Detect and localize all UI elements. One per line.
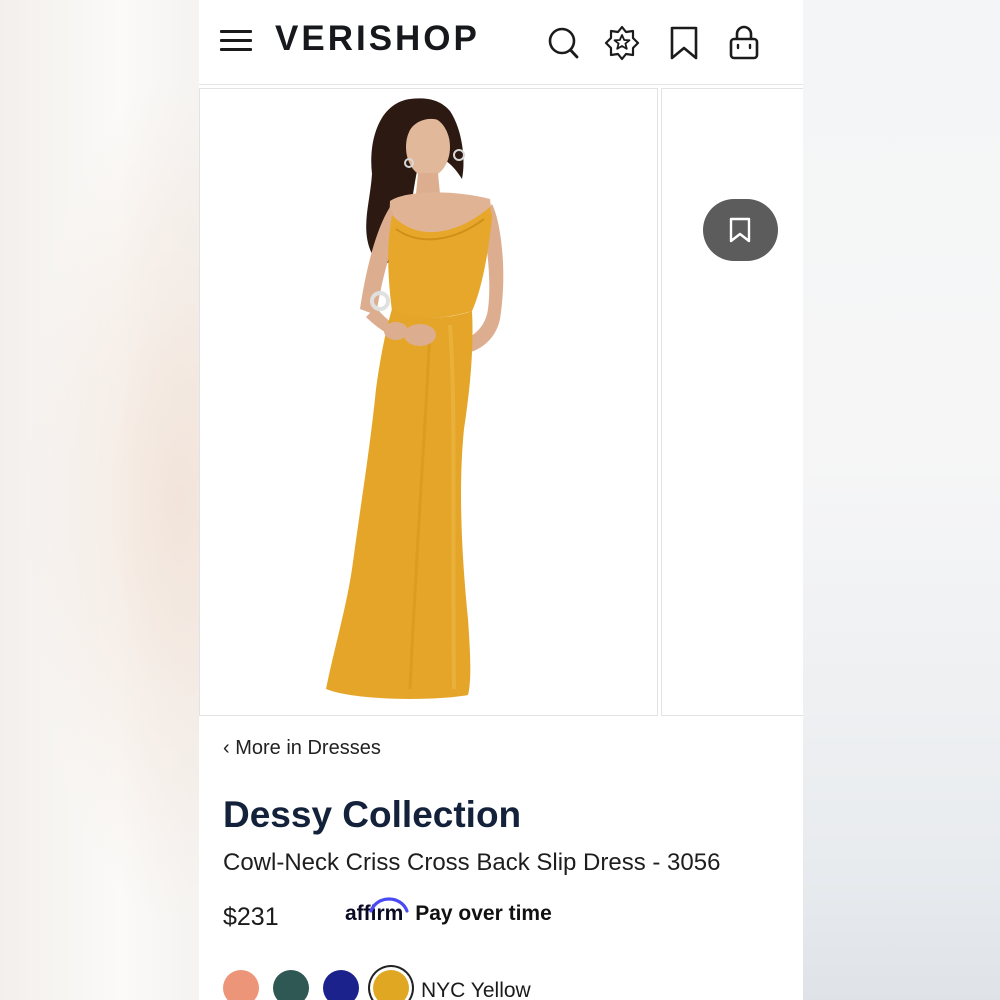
product-title: Cowl-Neck Criss Cross Back Slip Dress - … (223, 849, 721, 876)
color-swatch-nyc-yellow[interactable] (373, 970, 409, 1000)
product-image-gallery[interactable] (199, 88, 803, 716)
affirm-pay-over-time[interactable]: affirm Pay over time (345, 897, 552, 942)
affirm-logo: affirm (345, 897, 409, 925)
more-in-dresses-link[interactable]: ‹ More in Dresses (223, 737, 381, 760)
menu-icon[interactable] (220, 28, 252, 52)
top-navigation-bar: VERISHOP (199, 0, 803, 85)
phone-screen: VERISHOP ‹ More in Dresses Dessy Collect… (199, 0, 803, 1000)
verishop-logo[interactable]: VERISHOP (275, 19, 480, 59)
bookmark-icon (729, 217, 751, 243)
color-swatch-coral[interactable] (223, 970, 259, 1000)
color-swatch-navy[interactable] (323, 970, 359, 1000)
bookmark-icon[interactable] (666, 24, 702, 62)
product-secondary-image[interactable] (661, 88, 803, 716)
background-left (0, 0, 200, 1000)
model-illustration (326, 98, 504, 699)
search-icon[interactable] (546, 24, 582, 62)
selected-color-name: NYC Yellow (421, 979, 531, 1000)
background-right (802, 0, 1000, 1000)
shopping-bag-icon[interactable] (726, 24, 762, 62)
brand-name[interactable]: Dessy Collection (223, 794, 521, 836)
product-main-image[interactable] (199, 88, 658, 716)
rewards-star-icon[interactable] (604, 24, 640, 62)
affirm-arc-icon (369, 897, 409, 913)
save-to-wishlist-button[interactable] (703, 199, 778, 261)
color-swatch-green[interactable] (273, 970, 309, 1000)
product-price: $231 (223, 903, 279, 931)
affirm-text: Pay over time (415, 902, 552, 925)
